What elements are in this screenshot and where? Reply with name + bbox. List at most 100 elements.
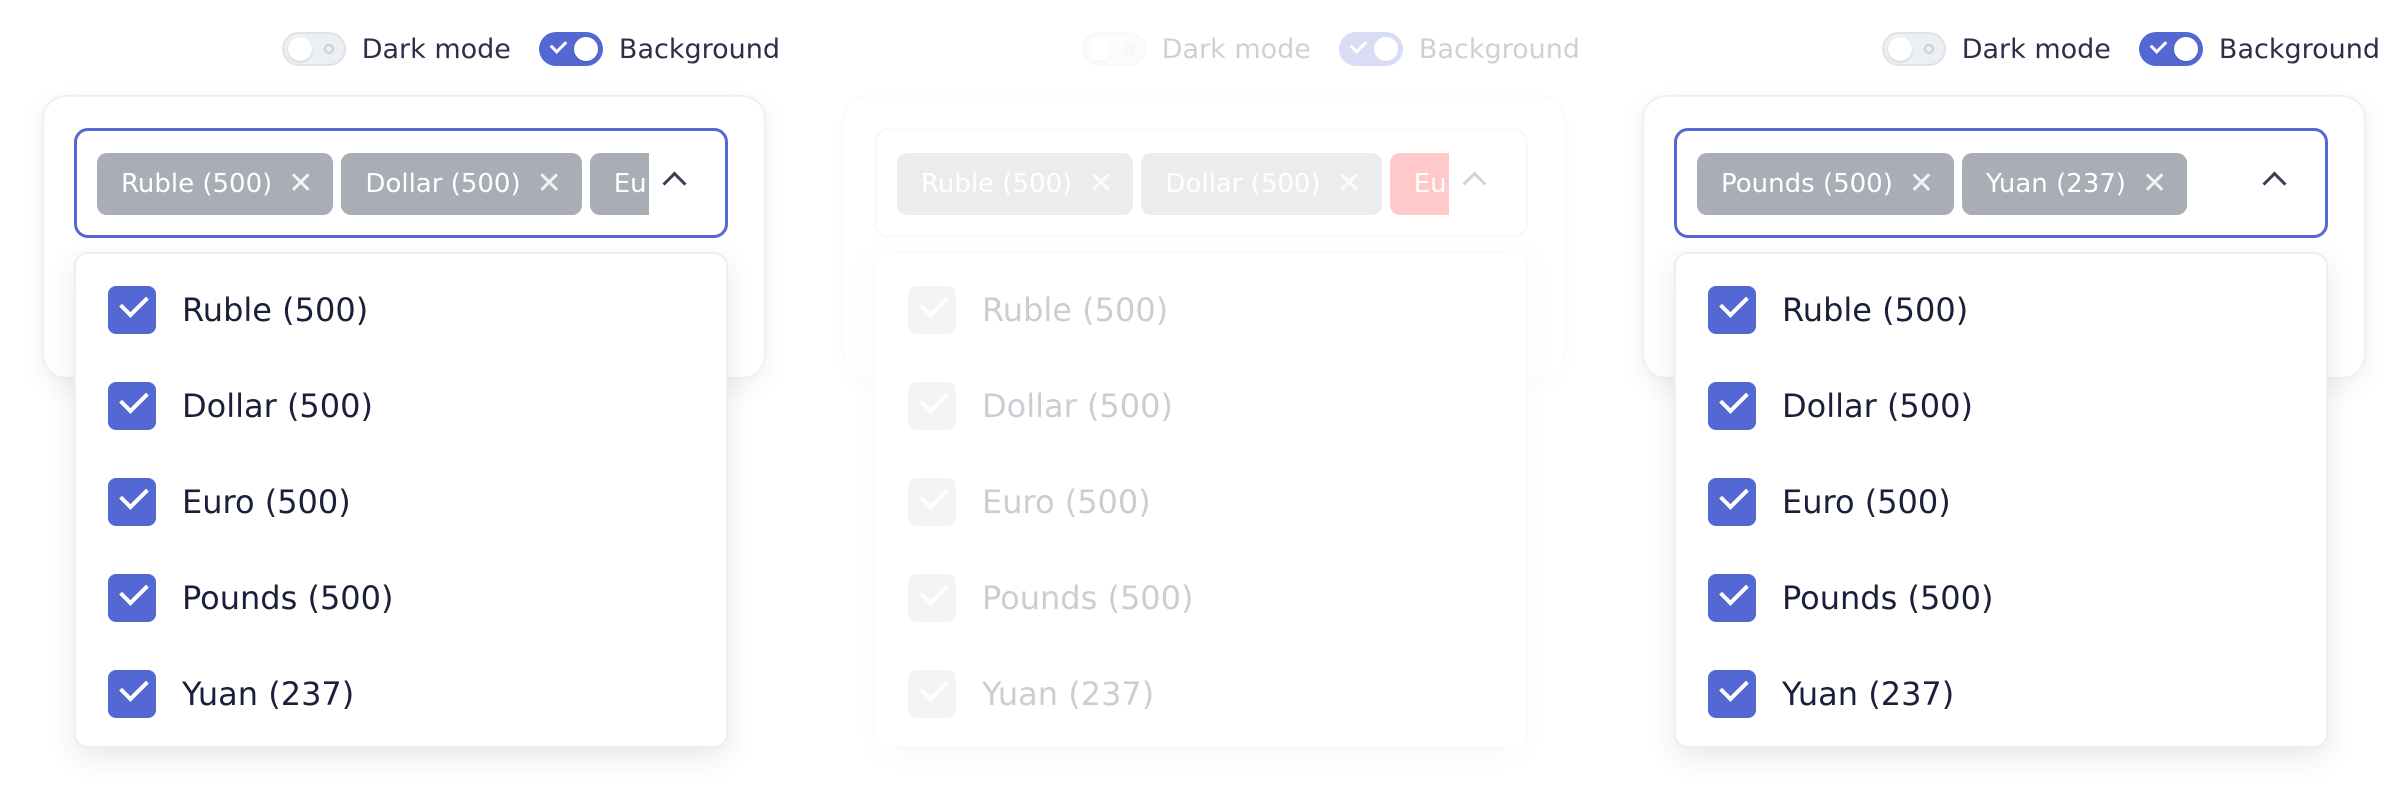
dark-mode-toggle[interactable]: Dark mode — [281, 32, 511, 66]
toggle-off-icon — [1123, 44, 1134, 54]
checkbox[interactable] — [1708, 670, 1756, 718]
option-label: Ruble (500) — [982, 291, 1169, 329]
chip-label: Dollar (500) — [365, 169, 521, 199]
option-label: Pounds (500) — [182, 579, 394, 617]
option-item[interactable]: Pounds (500) — [108, 574, 394, 622]
chip-label: Pounds (500) — [1721, 169, 1893, 199]
option-item[interactable]: Ruble (500) — [1708, 286, 1968, 334]
dark-mode-toggle[interactable]: Dark mode — [1881, 32, 2111, 66]
checkbox[interactable] — [108, 382, 156, 430]
close-icon[interactable]: ✕ — [1088, 169, 1113, 199]
chip-label: Yuan (237) — [1985, 169, 2126, 199]
checkbox[interactable] — [1708, 574, 1756, 622]
toggle-off-icon — [1923, 44, 1934, 54]
check-icon — [549, 36, 568, 54]
chip: Euro — [589, 153, 649, 215]
close-icon[interactable]: ✕ — [288, 169, 313, 199]
close-icon[interactable]: ✕ — [537, 169, 562, 199]
checkbox[interactable] — [1708, 286, 1756, 334]
options-dropdown: Ruble (500) Dollar (500) Euro (500) Poun… — [874, 252, 1528, 748]
switch-knob — [573, 37, 598, 61]
dark-mode-switch[interactable] — [1081, 32, 1146, 66]
checkbox[interactable] — [908, 478, 956, 526]
checkbox[interactable] — [1708, 478, 1756, 526]
option-item[interactable]: Pounds (500) — [1708, 574, 1994, 622]
checkbox[interactable] — [108, 574, 156, 622]
checkbox[interactable] — [108, 670, 156, 718]
chip-label: Euro — [613, 169, 649, 199]
option-label: Dollar (500) — [1782, 387, 1973, 425]
chip: Dollar (500) ✕ — [341, 153, 582, 215]
option-item[interactable]: Dollar (500) — [1708, 382, 1973, 430]
chip-label: Dollar (500) — [1165, 169, 1321, 199]
toggle-row: Dark mode Background — [281, 32, 780, 66]
multiselect-input[interactable]: Pounds (500) ✕ Yuan (237) ✕ — [1674, 128, 2328, 238]
option-label: Yuan (237) — [182, 675, 355, 713]
option-label: Yuan (237) — [1782, 675, 1955, 713]
selected-chips: Ruble (500) ✕ Dollar (500) ✕ Euro — [97, 153, 649, 215]
background-toggle[interactable]: Background — [2138, 32, 2380, 66]
multiselect-panel-left: Dark mode Background Ruble (500) ✕ Dollar… — [20, 0, 800, 800]
option-label: Yuan (237) — [982, 675, 1155, 713]
chip: Dollar (500) ✕ — [1141, 153, 1382, 215]
chip: Ruble (500) ✕ — [97, 153, 334, 215]
option-item[interactable]: Ruble (500) — [908, 286, 1168, 334]
close-icon[interactable]: ✕ — [2142, 169, 2167, 199]
option-item[interactable]: Ruble (500) — [108, 286, 368, 334]
option-label: Euro (500) — [1782, 483, 1951, 521]
option-item[interactable]: Dollar (500) — [908, 382, 1173, 430]
switch-knob — [1373, 37, 1398, 61]
chevron-up-icon[interactable] — [662, 171, 687, 196]
checkbox[interactable] — [908, 670, 956, 718]
dark-mode-label: Dark mode — [1161, 33, 1311, 65]
option-item[interactable]: Euro (500) — [108, 478, 351, 526]
dark-mode-switch[interactable] — [281, 32, 346, 66]
close-icon[interactable]: ✕ — [1909, 169, 1934, 199]
multiselect-panel-right: Dark mode Background Pounds (500) ✕ Yuan … — [1620, 0, 2400, 800]
option-item[interactable]: Euro (500) — [1708, 478, 1951, 526]
close-icon[interactable]: ✕ — [1337, 169, 1362, 199]
chip: Pounds (500) ✕ — [1697, 153, 1954, 215]
background-label: Background — [618, 33, 780, 65]
option-label: Pounds (500) — [982, 579, 1194, 617]
selected-chips: Ruble (500) ✕ Dollar (500) ✕ Euro — [897, 153, 1449, 215]
chevron-up-icon[interactable] — [2262, 171, 2287, 196]
background-switch[interactable] — [538, 32, 603, 66]
option-item[interactable]: Yuan (237) — [1708, 670, 1954, 718]
multiselect-input[interactable]: Ruble (500) ✕ Dollar (500) ✕ Euro — [74, 128, 728, 238]
checkbox[interactable] — [108, 478, 156, 526]
toggle-row: Dark mode Background — [1881, 32, 2380, 66]
checkbox[interactable] — [908, 286, 956, 334]
option-label: Pounds (500) — [1782, 579, 1994, 617]
background-switch[interactable] — [1338, 32, 1403, 66]
background-label: Background — [2218, 33, 2380, 65]
selected-chips: Pounds (500) ✕ Yuan (237) ✕ — [1697, 153, 2249, 215]
option-item[interactable]: Yuan (237) — [108, 670, 354, 718]
check-icon — [1349, 36, 1368, 54]
chip: Yuan (237) ✕ — [1961, 153, 2188, 215]
checkbox[interactable] — [908, 574, 956, 622]
checkbox[interactable] — [108, 286, 156, 334]
background-switch[interactable] — [2138, 32, 2203, 66]
option-item[interactable]: Euro (500) — [908, 478, 1151, 526]
option-item[interactable]: Pounds (500) — [908, 574, 1194, 622]
dark-mode-switch[interactable] — [1881, 32, 1946, 66]
toggle-row: Dark mode Background — [1081, 32, 1580, 66]
dark-mode-toggle[interactable]: Dark mode — [1081, 32, 1311, 66]
chip-label: Euro — [1413, 169, 1449, 199]
checkbox[interactable] — [1708, 382, 1756, 430]
options-dropdown: Ruble (500) Dollar (500) Euro (500) Poun… — [1674, 252, 2328, 748]
chevron-up-icon[interactable] — [1462, 171, 1487, 196]
option-item[interactable]: Yuan (237) — [908, 670, 1154, 718]
background-label: Background — [1418, 33, 1580, 65]
background-toggle[interactable]: Background — [1338, 32, 1580, 66]
option-label: Dollar (500) — [982, 387, 1173, 425]
option-label: Euro (500) — [182, 483, 351, 521]
checkbox[interactable] — [908, 382, 956, 430]
switch-knob — [287, 37, 312, 61]
multiselect-input[interactable]: Ruble (500) ✕ Dollar (500) ✕ Euro — [874, 128, 1528, 238]
dark-mode-label: Dark mode — [1961, 33, 2111, 65]
option-item[interactable]: Dollar (500) — [108, 382, 373, 430]
background-toggle[interactable]: Background — [538, 32, 780, 66]
switch-knob — [2173, 37, 2198, 61]
